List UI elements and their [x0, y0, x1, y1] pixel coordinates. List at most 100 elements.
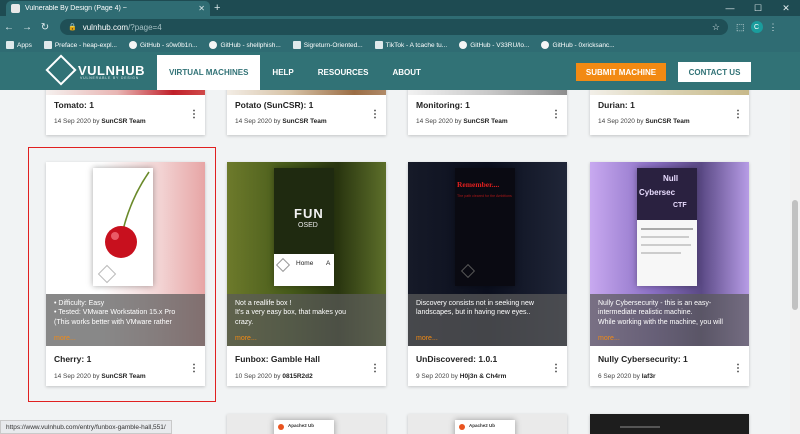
contact-us-button[interactable]: CONTACT US [678, 62, 751, 82]
card-title[interactable]: Potato (SunCSR): 1 [235, 100, 313, 110]
address-bar[interactable]: 🔒 vulnhub.com /?page=4 ☆ [60, 19, 728, 35]
site-logo[interactable]: VULNHUB VULNERABLE BY DESIGN [45, 54, 145, 86]
card-meta: 14 Sep 2020 by SunCSR Team [416, 118, 508, 125]
card-author[interactable]: SunCSR Team [282, 118, 326, 125]
nav-resources[interactable]: RESOURCES [306, 55, 381, 90]
back-icon[interactable]: ← [0, 22, 18, 33]
machine-card[interactable] [590, 414, 749, 434]
card-meta: 10 Sep 2020 by 0815R2d2 [235, 373, 313, 380]
reload-icon[interactable]: ↻ [36, 22, 54, 33]
bookmark-item[interactable]: TikTok - A tcache tu... [374, 41, 447, 49]
card-author[interactable]: H0j3n & Ch4rm [460, 373, 507, 380]
kebab-menu-icon[interactable]: ⋮ [370, 110, 380, 120]
card-thumbnail[interactable] [46, 90, 205, 95]
card-description: Discovery consists not in seeking new la… [408, 294, 567, 346]
kebab-menu-icon[interactable]: ⋮ [551, 110, 561, 120]
machine-card[interactable]: Remember.... The path cleared for the Am… [408, 162, 567, 386]
card-description: Nully Cybersecurity - this is an easy- i… [590, 294, 749, 346]
bookmark-item[interactable]: GitHub - shellphish... [209, 41, 281, 49]
nav-about[interactable]: ABOUT [380, 55, 432, 90]
machine-card[interactable]: Monitoring: 1 14 Sep 2020 by SunCSR Team… [408, 90, 567, 135]
machine-card[interactable]: Null Cybersec CTF Nully Cybersecurity - … [590, 162, 749, 386]
kebab-menu-icon[interactable]: ⋮ [733, 364, 743, 374]
minimize-icon[interactable]: — [716, 0, 744, 16]
kebab-menu-icon[interactable]: ⋮ [551, 364, 561, 374]
logo-tagline: VULNERABLE BY DESIGN [80, 76, 140, 80]
card-title[interactable]: Tomato: 1 [54, 100, 94, 110]
extensions-icon[interactable]: ⬚ [736, 22, 745, 33]
bookmarks-bar: Apps Preface - heap-expl... GitHub - s0w… [0, 38, 800, 52]
bookmark-star-icon[interactable]: ☆ [712, 22, 720, 33]
kebab-menu-icon[interactable]: ⋮ [189, 110, 199, 120]
forward-icon[interactable]: → [18, 22, 36, 33]
ubuntu-icon [278, 424, 284, 430]
more-link[interactable]: more... [416, 334, 438, 343]
github-icon [209, 41, 218, 49]
browser-tab-strip: Vulnerable By Design (Page 4) ~ ✕ + — ☐ … [0, 0, 800, 16]
card-description: Not a reallife box ! It's a very easy bo… [227, 294, 386, 346]
machine-card[interactable]: FUN OSED Home A Not a reallife box ! It'… [227, 162, 386, 386]
card-thumbnail[interactable] [227, 90, 386, 95]
bookmark-favicon-icon [292, 41, 301, 49]
chrome-menu-icon[interactable]: ⋮ [769, 22, 778, 33]
card-meta: 14 Sep 2020 by SunCSR Team [54, 118, 146, 125]
card-thumbnail[interactable]: Apache2 Ub [455, 420, 515, 434]
github-icon [128, 41, 137, 49]
bookmark-item[interactable]: Preface - heap-expl... [43, 41, 117, 49]
machine-card[interactable]: Apache2 Ub [227, 414, 386, 434]
card-title[interactable]: Funbox: Gamble Hall [235, 354, 320, 364]
machine-card[interactable]: Durian: 1 14 Sep 2020 by SunCSR Team ⋮ [590, 90, 749, 135]
status-bar-url: https://www.vulnhub.com/entry/funbox-gam… [0, 420, 172, 434]
card-thumbnail[interactable] [590, 90, 749, 95]
card-thumbnail[interactable]: Apache2 Ub [274, 420, 334, 434]
bookmark-item[interactable]: GitHub - V33RU/lo... [459, 41, 529, 49]
nav-help[interactable]: HELP [260, 55, 305, 90]
machine-card[interactable]: Apache2 Ub [408, 414, 567, 434]
browser-tab[interactable]: Vulnerable By Design (Page 4) ~ ✕ [6, 1, 210, 16]
card-author[interactable]: SunCSR Team [645, 118, 689, 125]
card-title[interactable]: Durian: 1 [598, 100, 635, 110]
card-meta: 9 Sep 2020 by H0j3n & Ch4rm [416, 373, 507, 380]
bookmark-favicon-icon [374, 41, 383, 49]
lock-icon[interactable]: 🔒 [68, 23, 77, 31]
card-author[interactable]: SunCSR Team [101, 118, 145, 125]
submit-machine-button[interactable]: SUBMIT MACHINE [576, 63, 666, 81]
close-window-icon[interactable]: ✕ [772, 0, 800, 16]
card-title[interactable]: Nully Cybersecurity: 1 [598, 354, 688, 364]
funbox-poster: FUN OSED Home A [274, 168, 334, 286]
kebab-menu-icon[interactable]: ⋮ [370, 364, 380, 374]
bookmark-item[interactable]: GitHub - s0w0b1n... [128, 41, 197, 49]
profile-avatar[interactable]: C [750, 21, 763, 33]
close-tab-icon[interactable]: ✕ [198, 4, 205, 13]
site-header: VULNHUB VULNERABLE BY DESIGN VIRTUAL MAC… [0, 52, 800, 90]
tab-title: Vulnerable By Design (Page 4) ~ [25, 5, 127, 12]
card-thumbnail[interactable] [408, 90, 567, 95]
maximize-icon[interactable]: ☐ [744, 0, 772, 16]
new-tab-icon[interactable]: + [214, 2, 220, 14]
machine-card[interactable]: Tomato: 1 14 Sep 2020 by SunCSR Team ⋮ [46, 90, 205, 135]
bookmark-favicon-icon [43, 41, 52, 49]
logo-cube-icon [45, 54, 77, 86]
card-author[interactable]: SunCSR Team [463, 118, 507, 125]
bookmark-item[interactable]: GitHub - 0xricksanc... [541, 41, 615, 49]
card-title[interactable]: Monitoring: 1 [416, 100, 470, 110]
card-thumbnail[interactable] [620, 426, 660, 428]
github-icon [459, 41, 468, 49]
logo-cube-icon [460, 263, 476, 279]
kebab-menu-icon[interactable]: ⋮ [733, 110, 743, 120]
bookmark-item[interactable]: Sigreturn-Oriented... [292, 41, 363, 49]
more-link[interactable]: more... [235, 334, 257, 343]
more-link[interactable]: more... [598, 334, 620, 343]
card-title[interactable]: UnDiscovered: 1.0.1 [416, 354, 497, 364]
machine-card[interactable]: Potato (SunCSR): 1 14 Sep 2020 by SunCSR… [227, 90, 386, 135]
bookmark-apps[interactable]: Apps [6, 41, 32, 49]
undiscovered-poster: Remember.... The path cleared for the Am… [455, 168, 515, 286]
card-author[interactable]: 0815R2d2 [282, 373, 312, 380]
url-path: /?page=4 [128, 22, 162, 32]
page-scrollbar[interactable] [790, 90, 800, 434]
apps-grid-icon [6, 41, 14, 49]
nav-virtual-machines[interactable]: VIRTUAL MACHINES [157, 55, 261, 90]
card-author[interactable]: laf3r [642, 373, 656, 380]
nully-poster: Null Cybersec CTF [637, 168, 697, 286]
scrollbar-thumb[interactable] [792, 200, 798, 310]
